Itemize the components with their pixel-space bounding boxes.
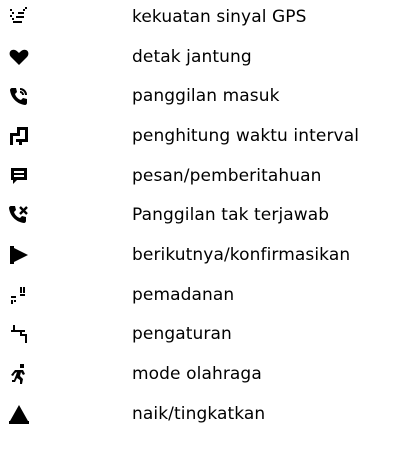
sport-mode-icon	[8, 363, 30, 385]
legend-row-incoming-call: panggilan masuk	[0, 84, 413, 114]
legend-label: kekuatan sinyal GPS	[132, 7, 307, 27]
up-increase-icon	[8, 403, 30, 425]
next-confirm-icon	[8, 244, 30, 266]
pairing-icon	[8, 284, 30, 306]
legend-label: Panggilan tak terjawab	[132, 205, 330, 225]
legend-label: mode olahraga	[132, 364, 262, 384]
legend-row-up-increase: naik/tingkatkan	[0, 402, 413, 432]
settings-icon	[8, 323, 30, 345]
legend-row-settings: pengaturan	[0, 322, 413, 352]
legend-label: pemadanan	[132, 285, 235, 305]
legend-row-heart-rate: detak jantung	[0, 45, 413, 75]
legend-row-interval-timer: penghitung waktu interval	[0, 124, 413, 154]
legend-label: berikutnya/konfirmasikan	[132, 245, 351, 265]
legend-row-next-confirm: berikutnya/konfirmasikan	[0, 243, 413, 273]
interval-timer-icon	[8, 125, 30, 147]
legend-label: detak jantung	[132, 47, 252, 67]
gps-signal-icon	[8, 6, 30, 28]
legend-label: naik/tingkatkan	[132, 404, 266, 424]
heart-icon	[8, 46, 30, 68]
incoming-call-icon	[8, 85, 30, 107]
legend-row-sport-mode: mode olahraga	[0, 362, 413, 392]
legend-row-pairing: pemadanan	[0, 283, 413, 313]
message-icon	[8, 165, 30, 187]
legend-row-missed-call: Panggilan tak terjawab	[0, 203, 413, 233]
legend-label: pesan/pemberitahuan	[132, 166, 322, 186]
legend-label: panggilan masuk	[132, 86, 280, 106]
legend-row-gps-signal: kekuatan sinyal GPS	[0, 5, 413, 35]
legend-label: pengaturan	[132, 324, 232, 344]
missed-call-icon	[8, 204, 30, 226]
legend-label: penghitung waktu interval	[132, 126, 360, 146]
legend-row-message: pesan/pemberitahuan	[0, 164, 413, 194]
